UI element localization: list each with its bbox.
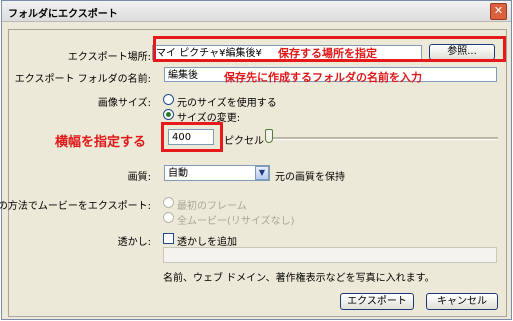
watermark-hint: 名前、ウェブ ドメイン、著作権表示などを写真に入れます。 xyxy=(163,273,435,284)
quality-label: 画質: xyxy=(127,172,151,183)
title-bar: フォルダにエクスポート ✕ xyxy=(2,1,511,22)
change-size-radio[interactable] xyxy=(163,109,174,120)
location-highlight-box xyxy=(153,36,506,62)
use-original-size-radio[interactable] xyxy=(163,94,174,105)
location-label: エクスポート場所: xyxy=(67,52,151,63)
chevron-down-icon[interactable]: ▼ xyxy=(255,166,269,180)
add-watermark-label: 透かしを追加 xyxy=(177,237,237,248)
first-frame-label: 最初のフレーム xyxy=(177,201,247,212)
size-slider-track[interactable] xyxy=(272,137,498,140)
movie-export-label: 次の方法でムービーをエクスポート: xyxy=(0,201,151,212)
watermark-text-input[interactable] xyxy=(163,247,497,263)
quality-note: 元の画質を保持 xyxy=(275,172,345,183)
full-movie-radio[interactable] xyxy=(163,212,174,223)
width-annotation: 横幅を指定する xyxy=(55,135,147,150)
cancel-button[interactable]: キャンセル xyxy=(426,293,498,310)
first-frame-radio[interactable] xyxy=(163,197,174,208)
width-highlight-box xyxy=(161,122,223,152)
unit-label: ピクセル xyxy=(224,136,264,147)
use-original-size-label: 元のサイズを使用する xyxy=(177,98,277,109)
folder-name-annotation: 保存先に作成するフォルダの名前を入力 xyxy=(224,71,422,84)
export-button[interactable]: エクスポート xyxy=(340,293,414,310)
export-dialog: フォルダにエクスポート ✕ エクスポート場所: マイ ピクチャ¥編集後¥ 保存す… xyxy=(0,0,512,320)
full-movie-label: 全ムービー(リサイズなし) xyxy=(177,216,295,227)
dialog-title: フォルダにエクスポート xyxy=(8,9,118,20)
folder-name-label: エクスポート フォルダの名前: xyxy=(14,74,151,85)
size-slider-thumb[interactable] xyxy=(265,129,273,143)
close-icon[interactable]: ✕ xyxy=(490,3,507,20)
image-size-label: 画像サイズ: xyxy=(97,98,151,109)
add-watermark-checkbox[interactable] xyxy=(163,233,174,244)
watermark-label: 透かし: xyxy=(117,237,151,248)
